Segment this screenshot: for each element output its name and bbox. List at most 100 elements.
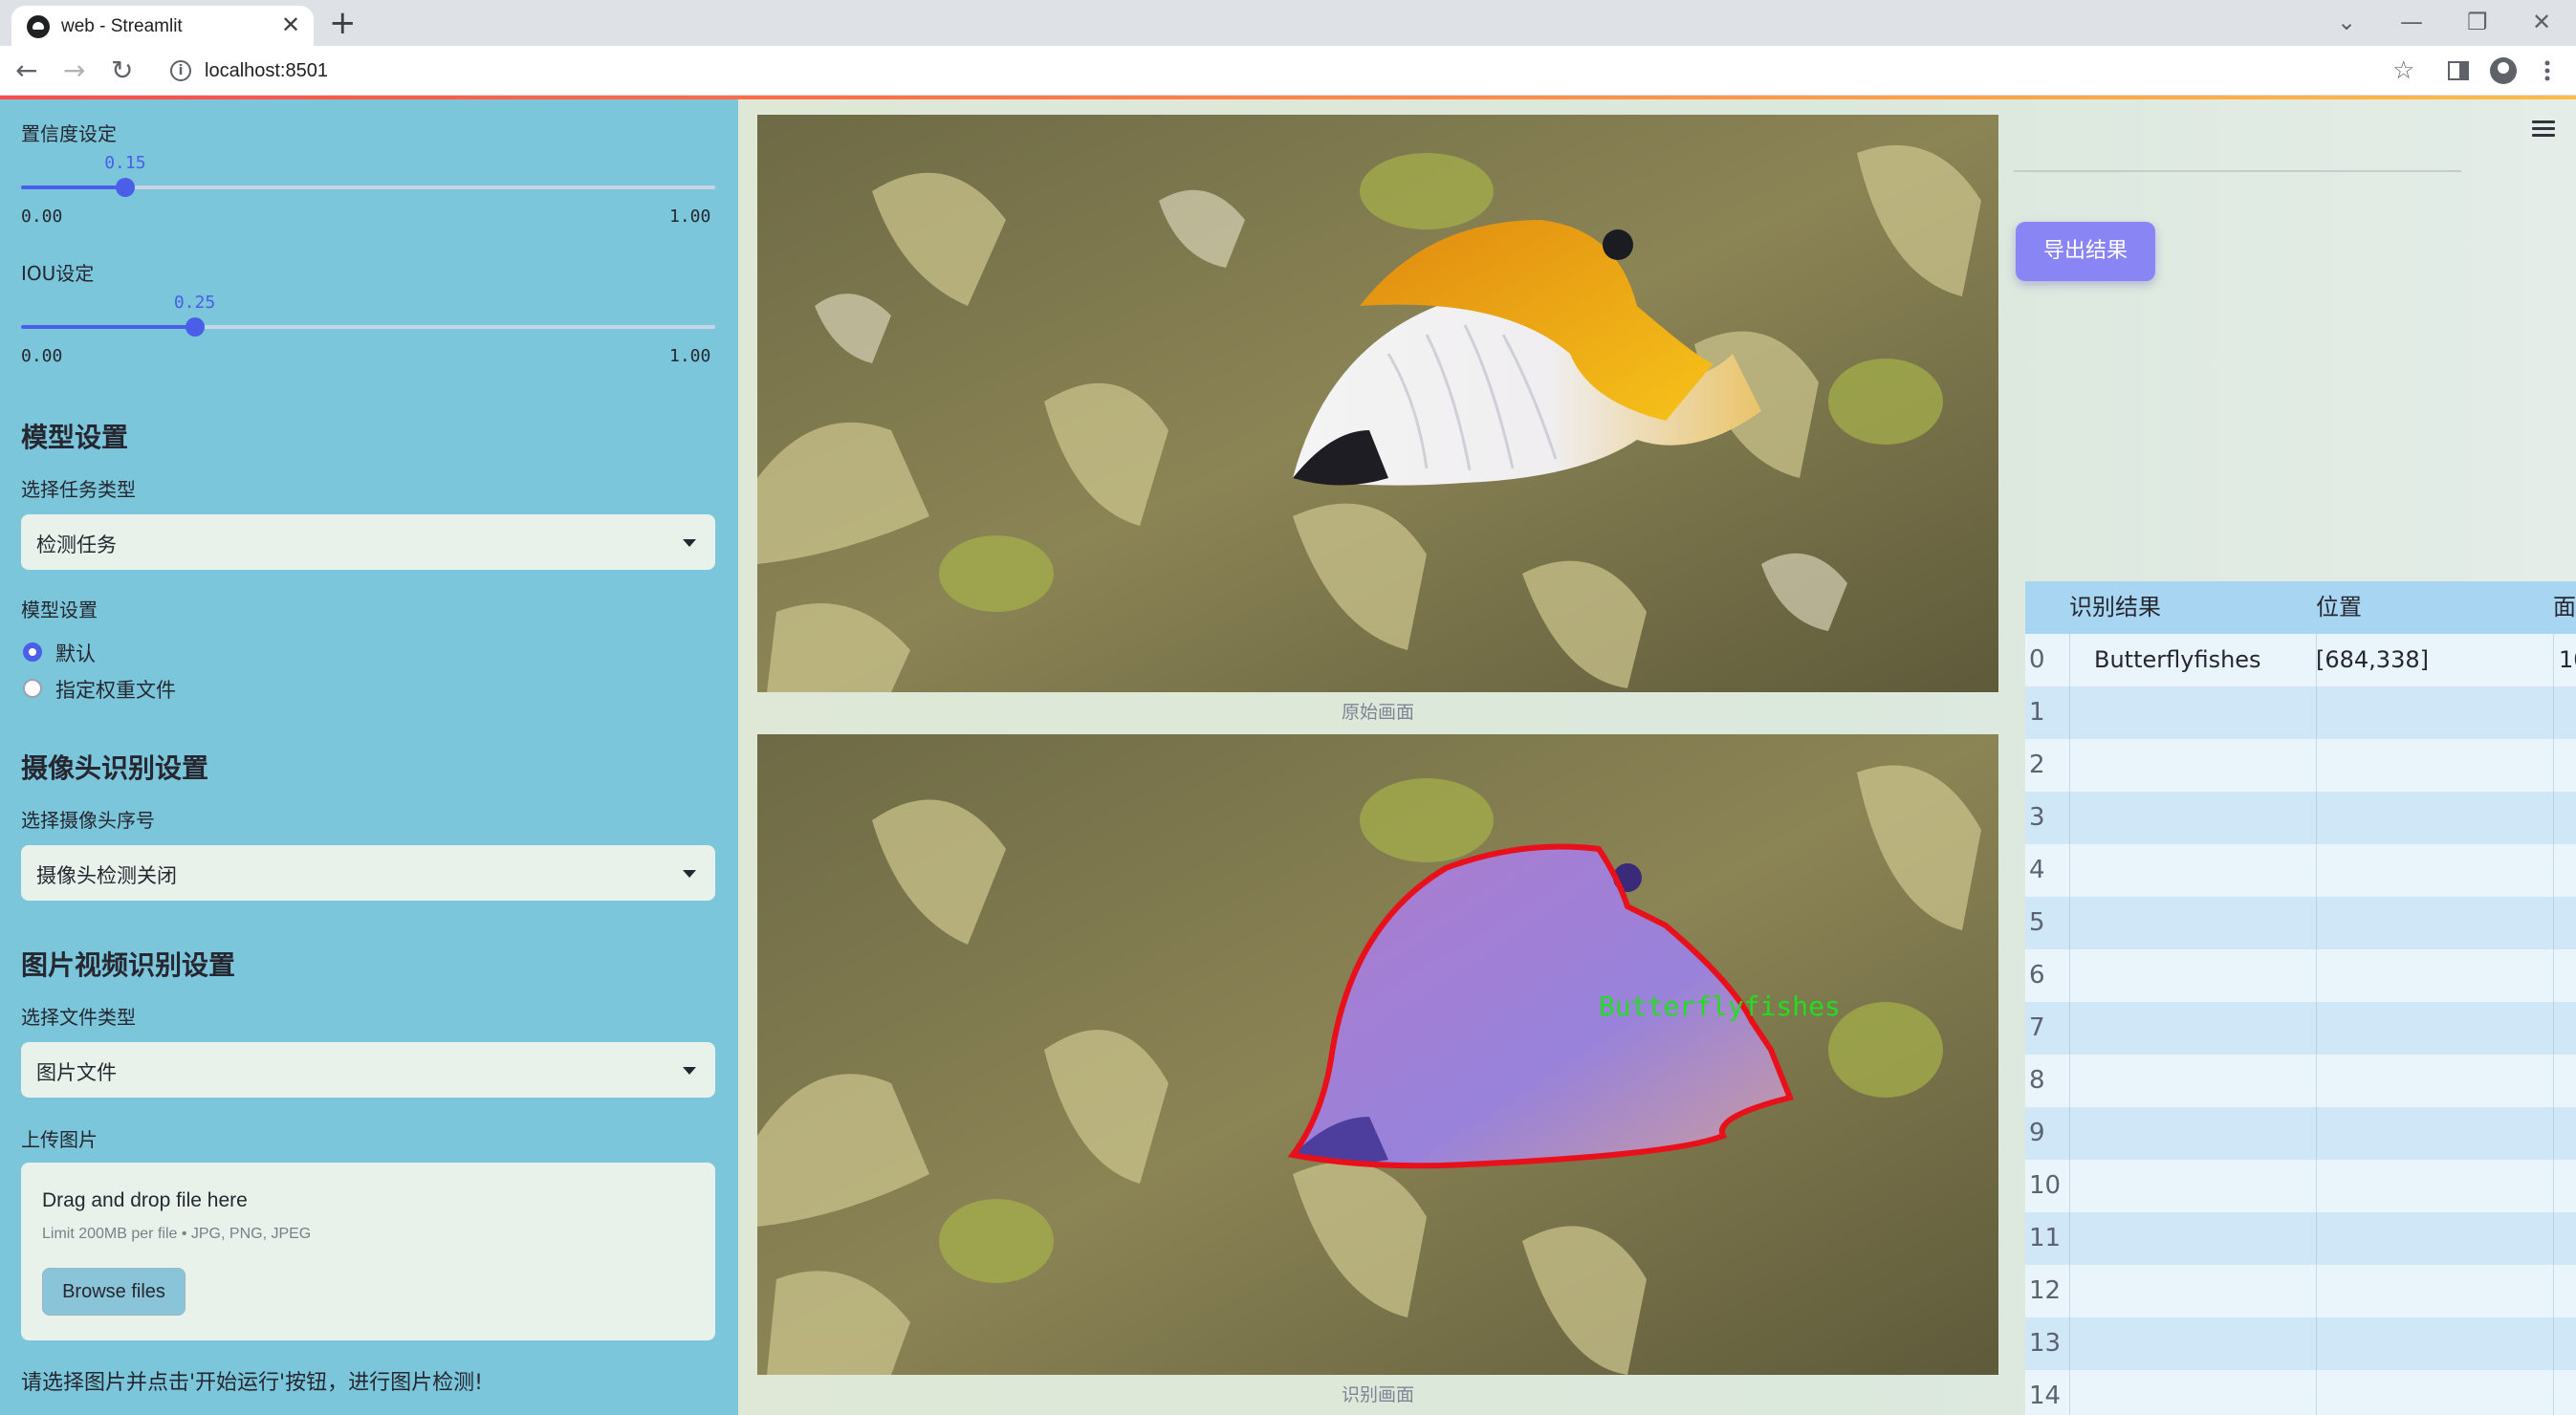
cell-position[interactable]: [684,338] [2316,634,2553,686]
cell-area[interactable] [2553,739,2576,792]
cell-result[interactable] [2069,792,2316,844]
table-row: 13 [2025,1317,2576,1370]
column-separator [2069,1107,2070,1160]
cell-area[interactable] [2553,844,2576,897]
url-text[interactable]: localhost:8501 [205,60,328,82]
iou-slider[interactable]: 0.25 [21,293,715,337]
row-index[interactable]: 10 [2025,1160,2069,1212]
result-image: Butterflyfishes [757,734,1998,1375]
app-menu-icon[interactable] [2532,120,2555,138]
browser-menu-icon[interactable] [2543,59,2551,82]
site-info-icon[interactable]: i [170,60,191,81]
url-omnibox[interactable]: i localhost:8501 [157,52,2385,90]
cell-area[interactable] [2553,1160,2576,1212]
cell-position[interactable] [2316,1265,2553,1317]
cell-position[interactable] [2316,792,2553,844]
row-index[interactable]: 7 [2025,1002,2069,1055]
column-separator [2316,1107,2317,1160]
column-header-position[interactable]: 位置 [2316,581,2553,634]
export-results-button[interactable]: 导出结果 [2016,222,2155,281]
browser-tab[interactable]: web - Streamlit ✕ [11,6,314,46]
file-dropzone[interactable]: Drag and drop file here Limit 200MB per … [21,1163,715,1340]
column-header-result[interactable]: 识别结果 [2069,581,2316,634]
back-icon[interactable]: ← [15,54,37,88]
cell-result[interactable] [2069,1212,2316,1265]
row-index[interactable]: 8 [2025,1055,2069,1107]
cell-position[interactable] [2316,844,2553,897]
row-index[interactable]: 11 [2025,1212,2069,1265]
row-index[interactable]: 4 [2025,844,2069,897]
cell-area[interactable] [2553,1265,2576,1317]
camera-select[interactable]: 摄像头检测关闭 [21,845,715,901]
cell-position[interactable] [2316,1107,2553,1160]
cell-area[interactable] [2553,1107,2576,1160]
window-restore-icon[interactable]: ❐ [2467,8,2488,36]
cell-position[interactable] [2316,1002,2553,1055]
cell-position[interactable] [2316,949,2553,1002]
row-index[interactable]: 6 [2025,949,2069,1002]
cell-result[interactable] [2069,1160,2316,1212]
cell-position[interactable] [2316,1370,2553,1415]
row-index[interactable]: 9 [2025,1107,2069,1160]
bookmark-star-icon[interactable]: ☆ [2392,55,2414,86]
radio-default-label[interactable]: 默认 [55,639,96,667]
row-index[interactable]: 14 [2025,1370,2069,1415]
row-index[interactable]: 12 [2025,1265,2069,1317]
file-type-select[interactable]: 图片文件 [21,1042,715,1098]
cell-position[interactable] [2316,686,2553,739]
cell-result[interactable] [2069,1317,2316,1370]
cell-result[interactable] [2069,1370,2316,1415]
radio-custom-weights[interactable] [23,679,42,698]
row-index[interactable]: 2 [2025,739,2069,792]
file-type-value: 图片文件 [36,1061,117,1084]
cell-area[interactable] [2553,686,2576,739]
cell-area[interactable]: 1097150.0 [2553,634,2576,686]
cell-result[interactable] [2069,949,2316,1002]
cell-result[interactable] [2069,1265,2316,1317]
cell-area[interactable] [2553,1317,2576,1370]
cell-position[interactable] [2316,897,2553,949]
tab-close-icon[interactable]: ✕ [281,11,300,38]
tab-search-dropdown-icon[interactable]: ⌄ [2337,8,2356,36]
cell-area[interactable] [2553,949,2576,1002]
profile-avatar-icon[interactable] [2490,57,2517,84]
reload-icon[interactable]: ↻ [111,54,133,88]
row-index[interactable]: 0 [2025,634,2069,686]
cell-position[interactable] [2316,1160,2553,1212]
row-index[interactable]: 1 [2025,686,2069,739]
cell-position[interactable] [2316,1212,2553,1265]
cell-area[interactable] [2553,1055,2576,1107]
cell-result[interactable] [2069,1107,2316,1160]
new-tab-icon[interactable]: + [329,4,357,42]
cell-result[interactable] [2069,1055,2316,1107]
cell-result[interactable] [2069,844,2316,897]
cell-position[interactable] [2316,739,2553,792]
cell-result[interactable] [2069,897,2316,949]
cell-area[interactable] [2553,1212,2576,1265]
window-close-icon[interactable]: ✕ [2532,8,2551,36]
confidence-slider[interactable]: 0.15 [21,153,715,197]
cell-area[interactable] [2553,1002,2576,1055]
cell-position[interactable] [2316,1317,2553,1370]
confidence-slider-thumb[interactable] [115,178,135,197]
cell-result[interactable] [2069,739,2316,792]
row-index[interactable]: 13 [2025,1317,2069,1370]
task-type-select[interactable]: 检测任务 [21,514,715,570]
side-panel-icon[interactable] [2448,61,2469,80]
cell-area[interactable] [2553,1370,2576,1415]
column-header-area[interactable]: 面积 [2553,581,2576,634]
row-index[interactable]: 5 [2025,897,2069,949]
radio-custom-weights-label[interactable]: 指定权重文件 [55,675,176,704]
cell-area[interactable] [2553,792,2576,844]
radio-default[interactable] [23,642,42,662]
iou-slider-thumb[interactable] [185,317,205,337]
cell-position[interactable] [2316,1055,2553,1107]
cell-result[interactable] [2069,686,2316,739]
cell-area[interactable] [2553,897,2576,949]
forward-icon[interactable]: → [63,54,85,88]
row-index[interactable]: 3 [2025,792,2069,844]
cell-result[interactable]: Butterflyfishes [2069,634,2316,686]
browse-files-button[interactable]: Browse files [42,1268,186,1316]
cell-result[interactable] [2069,1002,2316,1055]
window-minimize-icon[interactable]: — [2400,8,2423,36]
